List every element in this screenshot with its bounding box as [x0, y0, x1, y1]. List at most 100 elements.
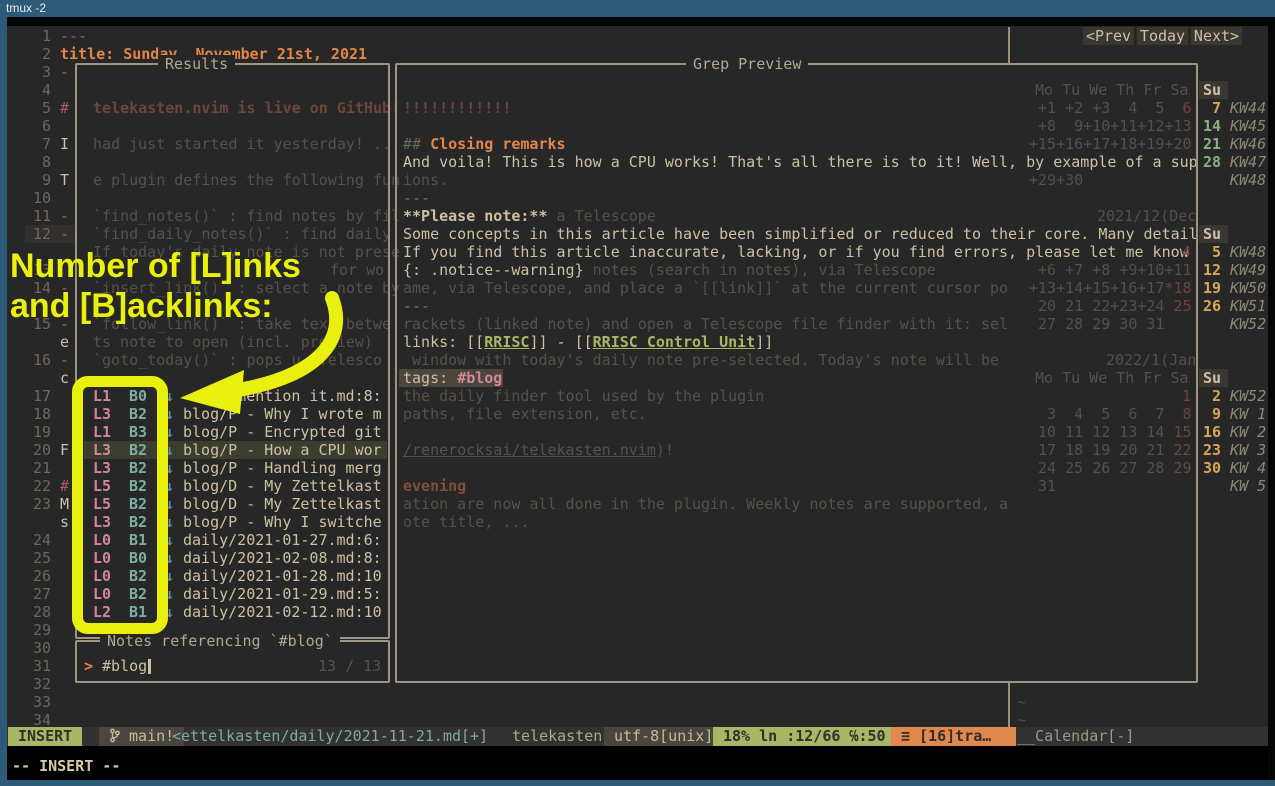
text-span: e	[60, 333, 69, 351]
text-span: I	[60, 135, 69, 153]
text-span: 26	[1203, 297, 1221, 315]
line-number: 9	[33, 171, 51, 189]
text-span: KW 1	[1230, 405, 1266, 423]
tmux-title: tmux -2	[6, 1, 46, 15]
text-span: ---	[60, 27, 87, 45]
line-number: 17	[33, 387, 51, 405]
text-span: KW44	[1230, 99, 1266, 117]
calendar-today-button[interactable]: Today	[1137, 27, 1188, 45]
text-span: KW51	[1230, 297, 1266, 315]
text-span: 28	[1203, 153, 1221, 171]
text-span: #	[60, 477, 69, 495]
text-span: KW49	[1230, 261, 1266, 279]
preview-float	[395, 63, 1198, 683]
line-number: 19	[33, 423, 51, 441]
prompt-input[interactable]: #blog	[102, 657, 147, 675]
git-branch-icon	[109, 728, 120, 743]
text-span: KW50	[1230, 279, 1266, 297]
encoding-segment: utf-8[unix]	[604, 727, 723, 746]
text-span: -	[60, 207, 69, 225]
text-span: 21	[1203, 135, 1221, 153]
line-number: 16	[33, 351, 51, 369]
window-frame-bottom	[0, 780, 1275, 786]
text-span: -	[60, 63, 69, 81]
text-span: Su	[1203, 225, 1221, 243]
text-cursor	[148, 659, 151, 674]
line-number: 21	[33, 459, 51, 477]
calendar-next-button[interactable]: Next>	[1191, 27, 1242, 45]
line-number: 28	[33, 603, 51, 621]
line-number: 1	[33, 27, 51, 45]
line-number: 12	[33, 225, 51, 243]
line-number: 5	[33, 99, 51, 117]
buffer-info-segment: ≡ [16]tra…	[891, 727, 1016, 746]
filename-segment: <ettelkasten/daily/2021-11-21.md[+]	[172, 727, 488, 746]
text-span: KW52	[1230, 387, 1266, 405]
text-span: Su	[1203, 81, 1221, 99]
text-span: ~	[1017, 693, 1026, 711]
line-number: 10	[33, 189, 51, 207]
text-span: KW48	[1230, 243, 1266, 261]
command-line-area	[7, 746, 1268, 780]
calendar-statusline: __Calendar[-]	[1017, 727, 1134, 746]
text-span: s	[60, 513, 69, 531]
annotation-arrow-icon	[160, 288, 345, 418]
line-number: 25	[33, 549, 51, 567]
text-span: 5	[1203, 243, 1221, 261]
line-number: 24	[33, 531, 51, 549]
line-number: 31	[33, 657, 51, 675]
text-span: F	[60, 441, 69, 459]
annotation-highlight-box	[72, 376, 168, 634]
line-number: 33	[33, 693, 51, 711]
text-span: KW47	[1230, 153, 1266, 171]
line-number: 32	[33, 675, 51, 693]
annotation-line1: Number of [L]inks	[10, 247, 301, 285]
text-span: 23	[1203, 441, 1221, 459]
text-span: KW52	[1230, 315, 1266, 333]
text-span: KW 3	[1230, 441, 1266, 459]
text-span: 9	[1203, 405, 1221, 423]
prompt-caret: >	[84, 657, 93, 675]
results-title: Results	[158, 55, 235, 73]
preview-title: Grep Preview	[686, 55, 808, 73]
statusline: INSERT main! <ettelkasten/daily/2021-11-…	[7, 727, 1268, 746]
line-number: 8	[33, 153, 51, 171]
text-span: M	[60, 495, 69, 513]
line-number: 22	[33, 477, 51, 495]
line-number: 2	[33, 45, 51, 63]
text-span: KW45	[1230, 117, 1266, 135]
text-span: -	[60, 351, 69, 369]
text-span: 30	[1203, 459, 1221, 477]
prompt-title: Notes referencing `#blog`	[100, 632, 340, 650]
calendar-prev-button[interactable]: <Prev	[1083, 27, 1134, 45]
text-span: KW46	[1230, 135, 1266, 153]
text-span: 14	[1203, 117, 1221, 135]
position-segment: 18% ln :12/66 ℅:50	[713, 727, 896, 746]
line-number: 27	[33, 585, 51, 603]
result-count: 13 / 13	[318, 657, 381, 675]
line-number: 29	[33, 621, 51, 639]
text-span: KW 2	[1230, 423, 1266, 441]
text-span: KW 5	[1230, 477, 1266, 495]
line-number: 23	[33, 495, 51, 513]
line-number: 26	[33, 567, 51, 585]
text-span: 19	[1203, 279, 1221, 297]
line-number: 20	[33, 441, 51, 459]
line-number: 30	[33, 639, 51, 657]
text-span: 7	[1203, 99, 1221, 117]
text-span: T	[60, 171, 69, 189]
window-separator	[1008, 27, 1010, 63]
text-span: c	[60, 369, 69, 387]
terminal-window: { "tmux": { "title": "tmux -2" }, "model…	[0, 0, 1275, 786]
window-separator	[1008, 682, 1010, 727]
git-branch-label: main!	[129, 727, 174, 745]
line-number: 4	[33, 81, 51, 99]
line-number: 11	[33, 207, 51, 225]
text-span: #	[60, 99, 69, 117]
mode-indicator: INSERT	[8, 727, 82, 746]
line-number: 7	[33, 135, 51, 153]
text-span: KW48	[1230, 171, 1266, 189]
line-number: 3	[33, 63, 51, 81]
showmode-text: -- INSERT --	[12, 757, 120, 775]
line-number: 6	[33, 117, 51, 135]
